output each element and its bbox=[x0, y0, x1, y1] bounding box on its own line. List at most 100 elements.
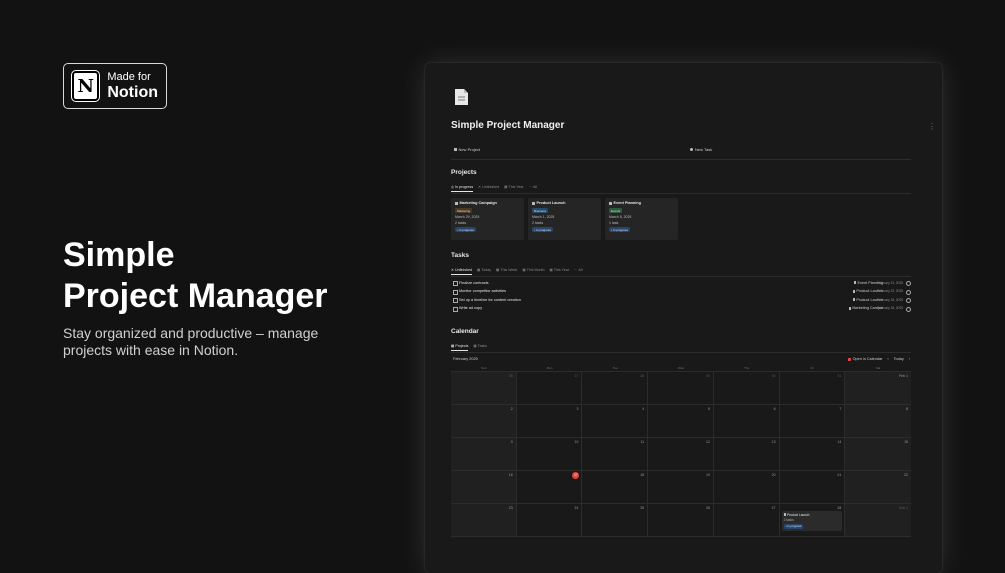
calendar-day-cell[interactable]: 17 bbox=[516, 471, 583, 504]
calendar-day-cell[interactable]: 28 bbox=[582, 372, 649, 405]
open-in-calendar-button[interactable]: Open in Calendar bbox=[848, 357, 882, 361]
calendar-day-cell[interactable]: 7 bbox=[779, 405, 846, 438]
tab-today[interactable]: ▦ Today bbox=[477, 268, 491, 274]
calendar-day-cell[interactable]: 3 bbox=[516, 405, 583, 438]
calendar-day-number: 6 bbox=[773, 407, 776, 411]
page-mini-icon bbox=[783, 513, 787, 516]
calendar-day-cell[interactable]: 19 bbox=[648, 471, 714, 504]
calendar-day-cell[interactable]: Mar 1 bbox=[845, 504, 911, 537]
calendar-day-cell[interactable]: 27 bbox=[713, 504, 780, 537]
tab-this-month[interactable]: ▦ This Month bbox=[522, 268, 544, 274]
calendar-tabs: ▦ Projects ▦ Tasks bbox=[451, 343, 487, 351]
calendar-day-number: 30 bbox=[771, 374, 776, 378]
tab-tasks[interactable]: ▦ Tasks bbox=[473, 344, 487, 350]
table-row[interactable]: Write ad copy Marketing Campai February … bbox=[451, 305, 911, 314]
project-card[interactable]: Event Planning Events March 8, 2025 1 ta… bbox=[605, 198, 678, 240]
calendar-day-cell[interactable]: 4 bbox=[582, 405, 649, 438]
calendar-day-cell[interactable]: 30 bbox=[713, 372, 780, 405]
next-month-icon[interactable]: › bbox=[909, 357, 910, 361]
calendar-day-cell[interactable]: 18 bbox=[582, 471, 649, 504]
calendar-day-cell[interactable]: 28 Product Launch 2 tasks • In progress bbox=[779, 504, 846, 537]
hero-subtitle: Stay organized and productive – manage p… bbox=[63, 325, 319, 358]
calendar-day-number: 7 bbox=[839, 407, 842, 411]
projects-tabs: ◎ In progress ✕ Unfinished ▦ This Year ⋯… bbox=[451, 184, 537, 192]
status-circle-icon[interactable] bbox=[906, 306, 911, 312]
tab-unfinished[interactable]: ✕ Unfinished bbox=[478, 185, 499, 191]
table-row[interactable]: Monitor competitor activities Product La… bbox=[451, 288, 911, 297]
calendar-day-cell[interactable]: 29 bbox=[648, 372, 714, 405]
status-badge: • In progress bbox=[532, 227, 553, 232]
calendar-day-number: 25 bbox=[640, 506, 645, 510]
tab-this-year[interactable]: ▦ This Year bbox=[504, 185, 523, 191]
calendar-day-cell[interactable]: 20 bbox=[713, 471, 780, 504]
tasks-tabs: ✕ Unfinished ▦ Today ▦ This Week ▦ This … bbox=[451, 267, 583, 275]
calendar-day-cell[interactable]: 2 bbox=[451, 405, 517, 438]
calendar-day-cell[interactable]: 27 bbox=[516, 372, 583, 405]
calendar-day-cell[interactable]: 23 bbox=[451, 504, 517, 537]
calendar-day-cell[interactable]: 14 bbox=[779, 438, 846, 471]
calendar-day-cell[interactable]: Feb 1 bbox=[845, 372, 911, 405]
calendar-day-cell[interactable]: 5 bbox=[648, 405, 714, 438]
page-mini-icon bbox=[852, 289, 856, 293]
prev-month-icon[interactable]: ‹ bbox=[887, 357, 888, 361]
day-of-week-header: Tue bbox=[582, 365, 649, 372]
calendar-event-card[interactable]: Product Launch 2 tasks • In progress bbox=[781, 511, 843, 531]
status-circle-icon[interactable] bbox=[906, 298, 911, 303]
calendar-day-number: Mar 1 bbox=[899, 506, 908, 510]
calendar-app-icon bbox=[848, 357, 852, 361]
calendar-day-cell[interactable]: 24 bbox=[516, 504, 583, 537]
tab-unfinished[interactable]: ✕ Unfinished bbox=[451, 268, 472, 275]
calendar-day-cell[interactable]: 26 bbox=[648, 504, 714, 537]
calendar-day-cell[interactable]: 21 bbox=[779, 471, 846, 504]
status-circle-icon[interactable] bbox=[906, 281, 911, 286]
tab-this-year[interactable]: ▦ This Year bbox=[550, 268, 569, 274]
calendar-day-number: Feb 1 bbox=[899, 374, 908, 378]
tab-all[interactable]: ⋯ All bbox=[574, 268, 583, 274]
task-checkbox[interactable] bbox=[453, 289, 458, 295]
project-card[interactable]: Marketing Campaign Marketing March 29, 2… bbox=[451, 198, 524, 240]
tab-projects[interactable]: ▦ Projects bbox=[451, 344, 469, 351]
task-checkbox[interactable] bbox=[453, 281, 458, 286]
calendar-day-number: 9 bbox=[510, 440, 513, 444]
project-card[interactable]: Product Launch Business March 1, 2025 2 … bbox=[528, 198, 601, 240]
calendar-day-cell[interactable]: 8 bbox=[845, 405, 911, 438]
calendar-day-cell[interactable]: 16 bbox=[451, 471, 517, 504]
calendar-day-number: 26 bbox=[705, 506, 710, 510]
calendar-day-cell[interactable]: 9 bbox=[451, 438, 517, 471]
calendar-day-number: 2 bbox=[510, 407, 513, 411]
calendar-grid: Sun Mon Tue Wed Thu Fri Sat 26 27 28 29 30 31 Feb 123… bbox=[451, 365, 911, 537]
project-date: March 8, 2025 bbox=[609, 215, 632, 219]
new-project-button[interactable]: New Project bbox=[451, 145, 483, 154]
day-of-week-header: Sun bbox=[451, 365, 517, 372]
calendar-day-cell[interactable]: 11 bbox=[582, 438, 649, 471]
calendar-day-number: 19 bbox=[705, 473, 710, 477]
calendar-day-cell[interactable]: 22 bbox=[845, 471, 911, 504]
project-date: March 1, 2025 bbox=[532, 215, 555, 219]
table-row[interactable]: Set up a timeline for content creation P… bbox=[451, 296, 911, 305]
tab-in-progress[interactable]: ◎ In progress bbox=[451, 185, 474, 192]
calendar-day-cell[interactable]: 15 bbox=[845, 438, 911, 471]
new-task-button[interactable]: New Task bbox=[687, 145, 715, 154]
more-options-icon[interactable]: ⋮ bbox=[928, 122, 936, 131]
task-checkbox[interactable] bbox=[453, 298, 458, 303]
calendar-day-cell[interactable]: 6 bbox=[713, 405, 780, 438]
calendar-day-cell[interactable]: 10 bbox=[516, 438, 583, 471]
tasks-heading: Tasks bbox=[451, 252, 469, 259]
today-button[interactable]: Today bbox=[894, 357, 904, 361]
calendar-day-cell[interactable]: 26 bbox=[451, 372, 517, 405]
table-row[interactable]: Finalize contracts Event Planning Februa… bbox=[451, 279, 911, 288]
task-checkbox[interactable] bbox=[453, 306, 458, 312]
calendar-day-cell[interactable]: 31 bbox=[779, 372, 846, 405]
tab-all[interactable]: ⋯ All bbox=[529, 185, 538, 191]
project-tag: Marketing bbox=[455, 208, 473, 213]
calendar-day-cell[interactable]: 12 bbox=[648, 438, 714, 471]
status-circle-icon[interactable] bbox=[906, 289, 911, 295]
tab-this-week[interactable]: ▦ This Week bbox=[496, 268, 517, 274]
calendar-day-number: 21 bbox=[837, 473, 842, 477]
page-mini-icon bbox=[848, 306, 852, 310]
calendar-day-number: 15 bbox=[904, 440, 908, 444]
calendar-day-cell[interactable]: 25 bbox=[582, 504, 649, 537]
calendar-day-number: 27 bbox=[574, 374, 579, 378]
calendar-day-cell[interactable]: 13 bbox=[713, 438, 780, 471]
day-of-week-header: Sat bbox=[845, 365, 911, 372]
